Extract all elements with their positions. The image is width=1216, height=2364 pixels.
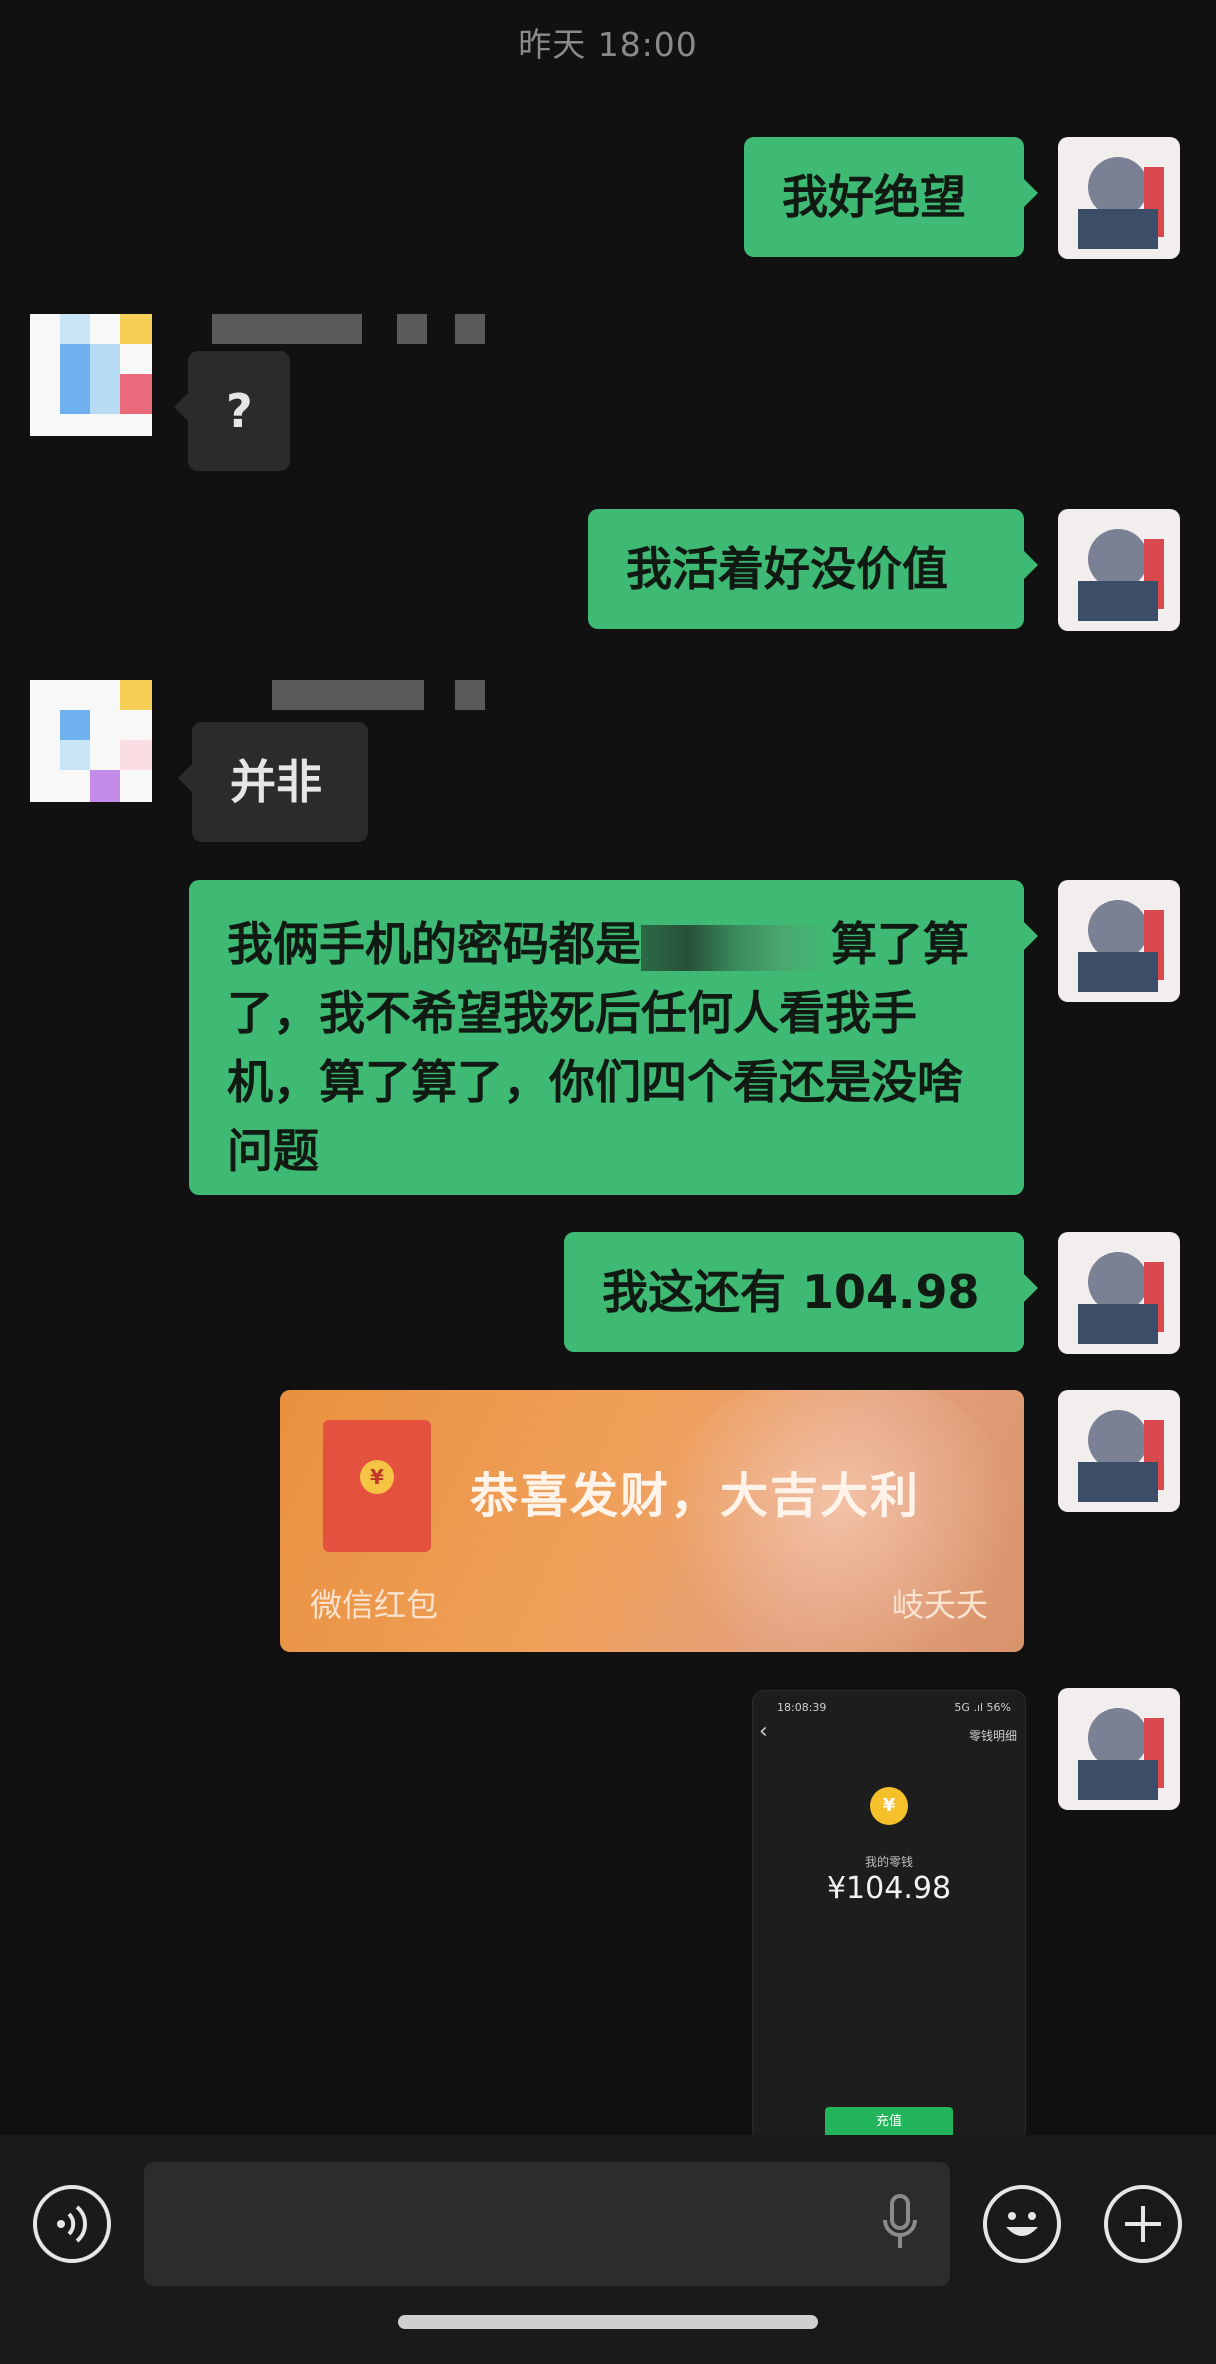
contact-avatar[interactable] [30,680,152,802]
screenshot-detail-link: 零钱明细 [968,1729,1017,1743]
message-bubble-self[interactable]: 我俩手机的密码都是 算了算了，我不希望我死后任何人看我手机，算了算了，你们四个看还… [189,880,1038,1195]
chat-timestamp: 昨天 18:00 [518,25,698,64]
message-bubble-self[interactable]: 我这还有 104.98 [564,1232,1038,1352]
redacted-password [641,924,831,971]
voice-mode-icon [57,2205,88,2243]
home-indicator[interactable] [398,2315,818,2329]
red-packet-blessing: 恭喜发财，大吉大利 [470,1468,921,1524]
message-text: 并非 [230,755,322,809]
contact-avatar[interactable] [30,314,152,436]
screenshot-status-time: 18:08:39 [777,1701,827,1714]
back-icon: ‹ [759,1719,768,1744]
message-bubble-self[interactable]: 我活着好没价值 [588,509,1038,629]
emoji-icon [1006,2212,1038,2236]
contact-name-redacted [272,680,492,710]
image-message-wallet-screenshot[interactable]: 18:08:39 5G .ıl 56% ‹ 零钱明细 ¥ 我的零钱 ¥104.9… [752,1690,1026,2142]
contact-name-redacted [212,314,492,344]
self-avatar[interactable] [1058,1232,1180,1354]
message-text: 我好绝望 [782,170,966,224]
self-avatar[interactable] [1058,880,1180,1002]
self-avatar[interactable] [1058,1688,1180,1810]
screenshot-wallet-title: 我的零钱 [864,1855,913,1869]
message-bubble-contact[interactable]: 并非 [178,722,368,842]
emoji-button[interactable] [983,2185,1061,2263]
red-envelope-icon: ¥ [323,1420,431,1552]
chat-input-bar [0,2135,1216,2364]
plus-icon [1125,2206,1161,2242]
red-packet-label: 微信红包 [310,1586,439,1624]
microphone-icon[interactable] [880,2194,920,2254]
message-text-part: 我俩手机的密码都是 [227,917,641,971]
screenshot-status-icons: 5G .ıl 56% [954,1701,1011,1714]
message-bubble-self[interactable]: 我好绝望 [744,137,1038,257]
message-text: ? [226,384,253,438]
voice-mode-button[interactable] [33,2185,111,2263]
self-avatar[interactable] [1058,509,1180,631]
self-avatar[interactable] [1058,137,1180,259]
coin-icon: ¥ [870,1787,908,1825]
message-input[interactable] [144,2162,950,2286]
self-avatar[interactable] [1058,1390,1180,1512]
message-text: 我活着好没价值 [626,542,948,596]
message-bubble-contact[interactable]: ? [174,351,290,471]
message-text: 我这还有 104.98 [602,1265,980,1319]
red-packet-message[interactable]: ¥ 恭喜发财，大吉大利 微信红包 岐夭夭 [280,1390,1024,1652]
more-button[interactable] [1104,2185,1182,2263]
coin-icon: ¥ [360,1460,394,1494]
screenshot-wallet-amount: ¥104.98 [826,1871,952,1906]
red-packet-cover-brand: 岐夭夭 [891,1586,988,1624]
